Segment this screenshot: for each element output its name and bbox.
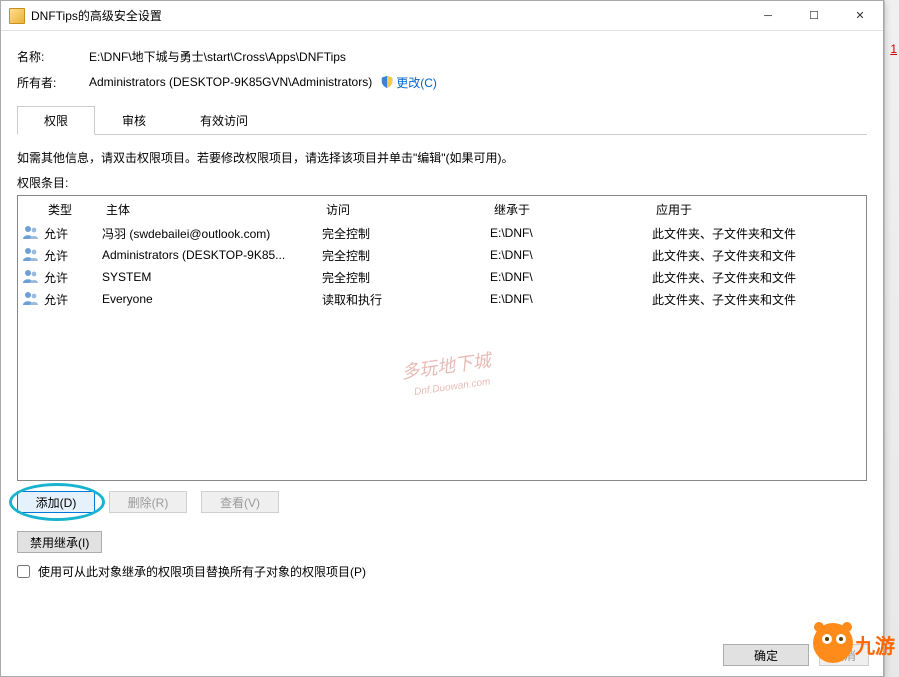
dialog-footer: 确定 取消 — [723, 644, 869, 666]
user-group-icon — [23, 247, 39, 261]
name-label: 名称: — [17, 48, 89, 65]
cell-inherited: E:\DNF\ — [490, 248, 652, 262]
shield-icon — [380, 75, 394, 89]
tab-audit[interactable]: 审核 — [95, 106, 173, 135]
cell-access: 完全控制 — [322, 269, 490, 286]
cell-principal: SYSTEM — [102, 270, 322, 284]
cell-applies: 此文件夹、子文件夹和文件 — [652, 269, 866, 286]
instruction-text: 如需其他信息，请双击权限项目。若要修改权限项目，请选择该项目并单击"编辑"(如果… — [17, 149, 867, 166]
cell-principal: Everyone — [102, 292, 322, 306]
permission-grid[interactable]: 类型 主体 访问 继承于 应用于 允许冯羽 (swdebailei@outloo… — [17, 195, 867, 481]
grid-header: 类型 主体 访问 继承于 应用于 — [18, 196, 866, 222]
ok-button[interactable]: 确定 — [723, 644, 809, 666]
cancel-button: 取消 — [819, 644, 869, 666]
view-button: 查看(V) — [201, 491, 279, 513]
owner-label: 所有者: — [17, 74, 89, 91]
maximize-button[interactable]: ☐ — [791, 1, 837, 31]
cell-type: 允许 — [44, 269, 102, 286]
table-row[interactable]: 允许SYSTEM完全控制E:\DNF\此文件夹、子文件夹和文件 — [18, 266, 866, 288]
tab-effective-access[interactable]: 有效访问 — [173, 106, 275, 135]
cell-access: 完全控制 — [322, 225, 490, 242]
cell-principal: 冯羽 (swdebailei@outlook.com) — [102, 225, 322, 242]
minimize-button[interactable]: ─ — [745, 1, 791, 31]
name-value: E:\DNF\地下城与勇士\start\Cross\Apps\DNFTips — [89, 48, 346, 65]
permission-entries-label: 权限条目: — [17, 174, 867, 191]
window-title: DNFTips的高级安全设置 — [31, 7, 162, 24]
table-row[interactable]: 允许冯羽 (swdebailei@outlook.com)完全控制E:\DNF\… — [18, 222, 866, 244]
cell-inherited: E:\DNF\ — [490, 292, 652, 306]
cell-inherited: E:\DNF\ — [490, 270, 652, 284]
table-row[interactable]: 允许Administrators (DESKTOP-9K85...完全控制E:\… — [18, 244, 866, 266]
remove-button: 删除(R) — [109, 491, 187, 513]
cell-type: 允许 — [44, 291, 102, 308]
cell-inherited: E:\DNF\ — [490, 226, 652, 240]
replace-child-perms-checkbox[interactable] — [17, 565, 30, 578]
cell-principal: Administrators (DESKTOP-9K85... — [102, 248, 322, 262]
col-inherited[interactable]: 继承于 — [494, 201, 656, 218]
cell-applies: 此文件夹、子文件夹和文件 — [652, 247, 866, 264]
add-button[interactable]: 添加(D) — [17, 491, 95, 513]
col-principal[interactable]: 主体 — [106, 201, 326, 218]
titlebar: DNFTips的高级安全设置 ─ ☐ ✕ — [1, 1, 883, 31]
folder-icon — [9, 8, 25, 24]
close-button[interactable]: ✕ — [837, 1, 883, 31]
cell-access: 读取和执行 — [322, 291, 490, 308]
replace-child-perms-label[interactable]: 使用可从此对象继承的权限项目替换所有子对象的权限项目(P) — [38, 563, 366, 580]
table-row[interactable]: 允许Everyone读取和执行E:\DNF\此文件夹、子文件夹和文件 — [18, 288, 866, 310]
owner-value: Administrators (DESKTOP-9K85GVN\Administ… — [89, 75, 372, 89]
side-number: 1 — [890, 42, 897, 56]
col-access[interactable]: 访问 — [326, 201, 494, 218]
user-group-icon — [23, 291, 39, 305]
cell-applies: 此文件夹、子文件夹和文件 — [652, 291, 866, 308]
advanced-security-window: DNFTips的高级安全设置 ─ ☐ ✕ 名称: E:\DNF\地下城与勇士\s… — [0, 0, 884, 677]
disable-inheritance-button[interactable]: 禁用继承(I) — [17, 531, 102, 553]
change-owner-link[interactable]: 更改(C) — [396, 74, 437, 91]
col-type[interactable]: 类型 — [48, 201, 106, 218]
user-group-icon — [23, 225, 39, 239]
cell-type: 允许 — [44, 225, 102, 242]
user-group-icon — [23, 269, 39, 283]
cell-access: 完全控制 — [322, 247, 490, 264]
tab-permissions[interactable]: 权限 — [17, 106, 95, 135]
background-strip — [884, 0, 899, 677]
col-applies[interactable]: 应用于 — [656, 201, 866, 218]
cell-type: 允许 — [44, 247, 102, 264]
cell-applies: 此文件夹、子文件夹和文件 — [652, 225, 866, 242]
tab-bar: 权限 审核 有效访问 — [17, 105, 867, 135]
